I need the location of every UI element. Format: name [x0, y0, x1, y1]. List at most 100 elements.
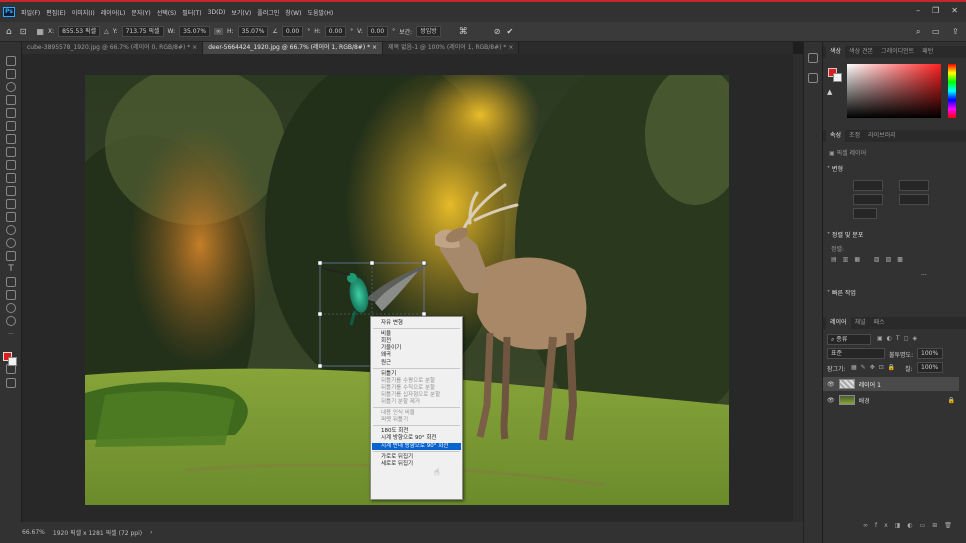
visibility-eye-icon[interactable]: 👁: [827, 397, 835, 404]
tab-libraries[interactable]: 라이브러리: [864, 130, 900, 142]
prop-y-field[interactable]: [899, 194, 929, 205]
warp-icon[interactable]: ⌘: [459, 27, 468, 37]
tab-adjustments[interactable]: 조정: [845, 130, 864, 142]
tab-swatches[interactable]: 색상 견본: [845, 46, 877, 58]
hand-tool-icon[interactable]: [6, 303, 16, 313]
lasso-tool-icon[interactable]: [6, 82, 16, 92]
close-icon[interactable]: ×: [192, 44, 197, 51]
hskew-field[interactable]: 0.00: [324, 26, 347, 37]
tab-patterns[interactable]: 패턴: [918, 46, 937, 58]
tab-color[interactable]: 색상: [826, 46, 846, 58]
frame-tool-icon[interactable]: [6, 121, 16, 131]
crop-tool-icon[interactable]: [6, 108, 16, 118]
menu-window[interactable]: 창(W): [285, 8, 301, 17]
tab-untitled[interactable]: 제목 없음-1 @ 100% (레이어 1, RGB/8#) * ×: [383, 42, 520, 54]
menu-plugins[interactable]: 플러그인: [257, 8, 279, 17]
pen-tool-icon[interactable]: [6, 251, 16, 261]
context-menu-item[interactable]: 뒤틀기 분할 제거: [381, 399, 420, 406]
workspace-icon[interactable]: ▭: [932, 27, 940, 36]
context-menu-item[interactable]: 가로로 뒤집기: [381, 454, 413, 461]
prop-h-field[interactable]: [853, 194, 883, 205]
search-icon[interactable]: ⌕: [916, 27, 920, 37]
more-options-icon[interactable]: ···: [921, 272, 927, 279]
context-menu-item[interactable]: 뒤틀기: [381, 371, 396, 378]
tab-paths[interactable]: 패스: [870, 317, 889, 329]
context-menu-item[interactable]: 뒤틀기를 십자형으로 분할: [381, 392, 440, 399]
prop-angle-field[interactable]: [853, 208, 877, 219]
document-info[interactable]: 1920 픽셀 x 1281 픽셀 (72 ppi): [53, 528, 142, 537]
y-field[interactable]: 713.75 픽셀: [121, 26, 164, 37]
delta-icon[interactable]: △: [104, 28, 109, 35]
zoom-tool-icon[interactable]: [6, 316, 16, 326]
background-color-swatch[interactable]: [8, 357, 17, 366]
reference-point-icon[interactable]: ▦: [36, 27, 44, 36]
close-icon[interactable]: ×: [372, 44, 377, 51]
share-icon[interactable]: ⇪: [952, 27, 959, 36]
layer-row-background[interactable]: 👁 배경 🔒: [823, 393, 959, 407]
cancel-icon[interactable]: ⊘: [494, 27, 501, 36]
paragraph-panel-icon[interactable]: [808, 73, 818, 83]
align-icons[interactable]: ▤▥▦ ▧▨▩: [831, 256, 909, 263]
tab-properties[interactable]: 속성: [826, 130, 846, 142]
rectangle-tool-icon[interactable]: [6, 290, 16, 300]
angle-field[interactable]: 0.00: [281, 26, 304, 37]
layer-filter-icons[interactable]: ▣◐T◻◈: [877, 335, 921, 342]
align-section[interactable]: ˅ 정렬 및 분포: [827, 230, 863, 239]
quick-actions-section[interactable]: ˅ 빠른 작업: [827, 288, 856, 297]
move-tool-icon[interactable]: [6, 56, 16, 66]
width-field[interactable]: 35.07%: [179, 26, 211, 37]
interpolation-select[interactable]: 쌍입방: [416, 26, 441, 37]
context-menu-item[interactable]: 퍼펫 뒤틀기: [381, 417, 408, 424]
menu-filter[interactable]: 필터(T): [182, 8, 201, 17]
x-field[interactable]: 855.53 픽셀: [58, 26, 101, 37]
menu-3d[interactable]: 3D(D): [208, 9, 226, 16]
eyedropper-tool-icon[interactable]: [6, 134, 16, 144]
height-field[interactable]: 35.07%: [237, 26, 269, 37]
screen-mode-icon[interactable]: [6, 378, 16, 388]
layers-footer-icons[interactable]: ∞fx◨◐▭⊞🗑: [863, 522, 959, 529]
tab-gradients[interactable]: 그레이디언트: [877, 46, 918, 58]
menu-edit[interactable]: 편집(E): [46, 8, 66, 17]
vertical-scrollbar[interactable]: [793, 54, 803, 522]
home-icon[interactable]: ⌂: [6, 27, 12, 37]
color-picker-field[interactable]: [847, 64, 941, 118]
prop-x-field[interactable]: [899, 180, 929, 191]
marquee-tool-icon[interactable]: [6, 69, 16, 79]
quick-select-tool-icon[interactable]: [6, 95, 16, 105]
vskew-field[interactable]: 0.00: [366, 26, 389, 37]
zoom-level[interactable]: 66.67%: [22, 529, 45, 536]
layer-filter-select[interactable]: ⌕ 종류: [827, 334, 871, 345]
context-menu-item[interactable]: 세로로 뒤집기: [381, 461, 413, 468]
visibility-eye-icon[interactable]: 👁: [827, 381, 835, 388]
chevron-right-icon[interactable]: ›: [150, 529, 152, 536]
context-menu-item[interactable]: 원근: [381, 360, 391, 367]
prop-w-field[interactable]: [853, 180, 883, 191]
path-select-tool-icon[interactable]: [6, 277, 16, 287]
eraser-tool-icon[interactable]: [6, 199, 16, 209]
menu-type[interactable]: 문자(Y): [131, 8, 150, 17]
menu-file[interactable]: 파일(F): [21, 8, 40, 17]
history-brush-tool-icon[interactable]: [6, 186, 16, 196]
brush-tool-icon[interactable]: [6, 160, 16, 170]
menu-image[interactable]: 이미지(I): [72, 8, 95, 17]
close-icon[interactable]: ✕: [951, 6, 958, 15]
menu-layer[interactable]: 레이어(L): [101, 8, 126, 17]
lock-icon[interactable]: 🔒: [948, 397, 955, 404]
menu-help[interactable]: 도움말(H): [307, 8, 333, 17]
blend-mode-select[interactable]: 표준: [827, 348, 885, 359]
context-menu-item[interactable]: 뒤틀기를 수직으로 분할: [381, 385, 435, 392]
link-icon[interactable]: ∞: [214, 28, 224, 35]
context-menu-item[interactable]: 뒤틀기를 수평으로 분할: [381, 378, 435, 385]
menu-select[interactable]: 선택(S): [157, 8, 177, 17]
more-tools-icon[interactable]: ···: [6, 332, 16, 342]
context-menu-item[interactable]: 왜곡: [381, 352, 391, 359]
fill-field[interactable]: 100%: [917, 362, 943, 373]
clone-stamp-tool-icon[interactable]: [6, 173, 16, 183]
healing-brush-tool-icon[interactable]: [6, 147, 16, 157]
layer-row-layer1[interactable]: 👁 레이어 1: [823, 377, 959, 391]
transform-section[interactable]: ˅ 변형: [827, 164, 843, 173]
color-bg-swatch[interactable]: [833, 73, 842, 82]
tab-cube[interactable]: cube-3895578_1920.jpg @ 66.7% (레이어 0, RG…: [22, 42, 204, 54]
minimize-icon[interactable]: –: [916, 6, 920, 15]
opacity-field[interactable]: 100%: [917, 348, 943, 359]
